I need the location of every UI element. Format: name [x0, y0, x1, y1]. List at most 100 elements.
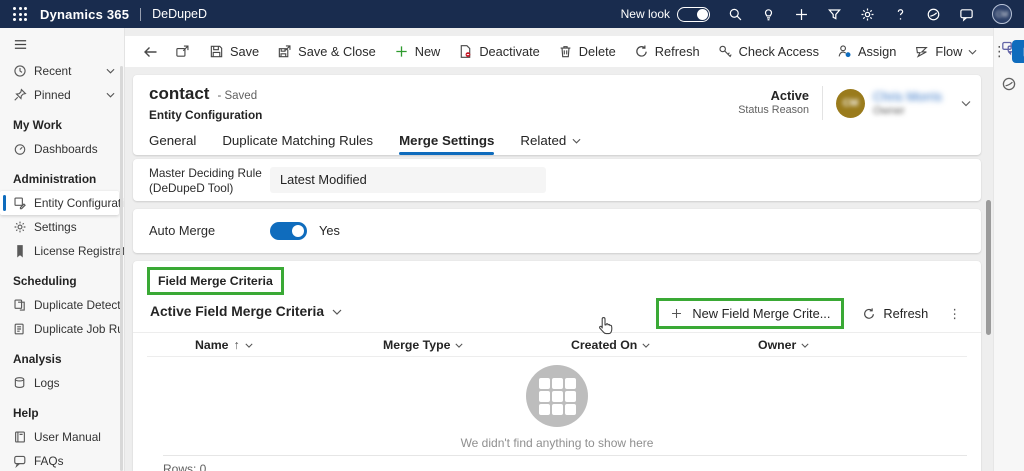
sidebar-section-my-work: My Work [0, 107, 124, 137]
master-deciding-rule-field[interactable]: Latest Modified [270, 167, 546, 193]
entity-config-icon [13, 196, 27, 210]
record-title: contact [149, 84, 209, 104]
tab-merge-settings[interactable]: Merge Settings [399, 126, 494, 155]
grid-more-commands-button[interactable]: ⋮ [940, 304, 969, 324]
new-button[interactable]: New [385, 39, 450, 65]
new-plus-icon [394, 44, 409, 59]
sidebar-item-entity-configuration[interactable]: Entity Configurati... [0, 191, 119, 215]
column-header-name[interactable]: Name ↑ [195, 338, 253, 352]
flow-label: Flow [935, 44, 962, 59]
chevron-down-icon[interactable] [961, 100, 971, 107]
search-icon[interactable] [728, 7, 743, 22]
sidebar-item-dashboards[interactable]: Dashboards [0, 137, 124, 161]
grid-refresh-button[interactable]: Refresh [852, 301, 938, 326]
owner-avatar-initials: CM [843, 98, 859, 109]
app-name[interactable]: DeDupeD [152, 7, 207, 21]
owner-avatar: CM [836, 89, 865, 118]
flow-button[interactable]: Flow [905, 39, 986, 65]
filter-icon[interactable] [827, 7, 842, 22]
chevron-down-icon [106, 68, 115, 74]
sidebar-section-help: Help [0, 395, 124, 425]
record-entity-type: Entity Configuration [149, 108, 262, 122]
column-header-created-on[interactable]: Created On [571, 338, 650, 352]
field-merge-criteria-label: Field Merge Criteria [147, 267, 284, 295]
sidebar-section-analysis: Analysis [0, 341, 124, 371]
settings-gear-icon[interactable] [860, 7, 875, 22]
grid-divider [133, 332, 981, 333]
sidebar-item-pinned[interactable]: Pinned [0, 83, 124, 107]
sidebar-item-user-manual[interactable]: User Manual [0, 425, 124, 449]
assign-button[interactable]: Assign [828, 39, 905, 65]
master-deciding-rule-label: Master Deciding Rule (DeDupeD Tool) [149, 166, 262, 197]
view-selector[interactable]: Active Field Merge Criteria [150, 304, 342, 319]
waffle-icon[interactable] [13, 7, 27, 21]
sidebar-item-label: Pinned [34, 88, 71, 102]
sidebar-item-label: Duplicate Detecti... [34, 298, 125, 312]
owner-field[interactable]: CM Chris Morris Owner [836, 89, 942, 118]
sidebar-item-faqs[interactable]: FAQs [0, 449, 124, 471]
product-name[interactable]: Dynamics 365 [40, 7, 129, 22]
column-header-merge-type[interactable]: Merge Type [383, 338, 463, 352]
sidebar-item-label: License Registration [34, 244, 125, 258]
new-field-merge-criteria-button[interactable]: New Field Merge Crite... [656, 298, 844, 329]
copilot-icon[interactable] [926, 7, 941, 22]
copilot-circle-icon[interactable] [1001, 76, 1017, 92]
sidebar-scrollbar[interactable] [120, 66, 123, 471]
save-icon [209, 44, 224, 59]
key-icon [718, 44, 733, 59]
master-deciding-rule-label-line2: (DeDupeD Tool) [149, 181, 262, 196]
gear-icon [13, 220, 27, 234]
lightbulb-icon[interactable] [761, 7, 776, 22]
sidebar-item-duplicate-detection[interactable]: Duplicate Detecti... [0, 293, 124, 317]
deactivate-button[interactable]: Deactivate [449, 39, 548, 65]
more-commands-button[interactable]: ⋮ [986, 39, 1012, 65]
chevron-down-icon [245, 343, 253, 348]
sidebar-item-duplicate-job-runs[interactable]: Duplicate Job Runs [0, 317, 124, 341]
check-access-button[interactable]: Check Access [709, 39, 828, 65]
sitemap-collapse-icon[interactable] [0, 28, 124, 59]
grid-header-underline [147, 356, 967, 357]
auto-merge-toggle[interactable] [270, 222, 307, 240]
column-label: Name [195, 338, 229, 352]
plus-icon[interactable] [794, 7, 809, 22]
sidebar-item-label: Recent [34, 64, 71, 78]
save-label: Save [230, 44, 259, 59]
refresh-icon [862, 307, 876, 321]
sidebar-section-scheduling: Scheduling [0, 263, 124, 293]
sidebar-item-logs[interactable]: Logs [0, 371, 124, 395]
record-header-card: contact - Saved Entity Configuration Gen… [133, 75, 981, 155]
status-label: Status Reason [738, 104, 809, 117]
topbar-divider [140, 8, 141, 21]
deactivate-icon [458, 44, 473, 59]
feedback-chat-icon[interactable] [959, 7, 974, 22]
share-button[interactable]: Share [1012, 40, 1024, 63]
refresh-button[interactable]: Refresh [625, 39, 709, 65]
main-scrollbar-thumb[interactable] [986, 200, 991, 335]
save-button[interactable]: Save [200, 39, 268, 65]
delete-button[interactable]: Delete [549, 39, 625, 65]
popout-button[interactable] [169, 39, 196, 65]
record-save-state: - Saved [217, 90, 257, 102]
tab-label: Related [520, 133, 566, 148]
new-look-switch[interactable] [677, 7, 710, 22]
save-and-close-button[interactable]: Save & Close [268, 39, 385, 65]
tab-duplicate-matching-rules[interactable]: Duplicate Matching Rules [222, 126, 373, 155]
sidebar-section-administration: Administration [0, 161, 124, 191]
new-look-toggle[interactable]: New look [621, 7, 710, 22]
sidebar-item-settings[interactable]: Settings [0, 215, 124, 239]
back-button[interactable] [137, 39, 165, 65]
sidebar-item-license-registration[interactable]: License Registration [0, 239, 124, 263]
user-avatar[interactable]: CM [992, 4, 1012, 24]
column-header-owner[interactable]: Owner [758, 338, 809, 352]
help-question-icon[interactable] [893, 7, 908, 22]
sidebar-item-label: Logs [34, 376, 60, 390]
empty-grid-icon [526, 365, 588, 427]
deactivate-label: Deactivate [479, 44, 539, 59]
new-look-label: New look [621, 7, 670, 21]
top-navigation-bar: Dynamics 365 DeDupeD New look CM [0, 0, 1024, 28]
sidebar-item-recent[interactable]: Recent [0, 59, 124, 83]
rows-count: Rows: 0 [163, 462, 206, 471]
tab-label: Merge Settings [399, 133, 494, 148]
tab-general[interactable]: General [149, 126, 196, 155]
tab-related[interactable]: Related [520, 126, 581, 155]
